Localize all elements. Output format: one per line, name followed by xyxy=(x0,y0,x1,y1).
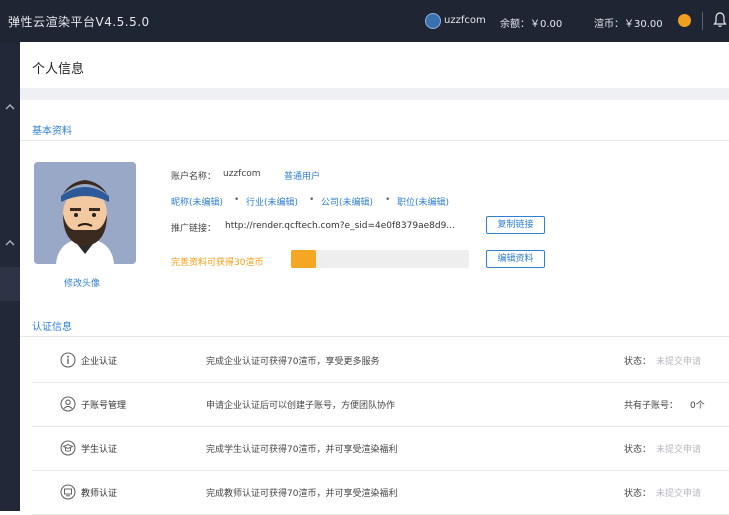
cert-name: 学生认证 xyxy=(81,445,118,455)
user-avatar-icon[interactable] xyxy=(425,13,441,29)
cert-status-label: 共有子账号： xyxy=(624,401,679,411)
cert-row-teacher: 教师认证 完成教师认证可获得70渲币，并可享受渲染福利 状态： 未提交申请 xyxy=(32,472,729,515)
account-label: 账户名称： xyxy=(171,172,217,182)
chevron-up-icon[interactable] xyxy=(3,236,17,250)
cert-status-label: 状态： xyxy=(624,445,652,455)
info-icon xyxy=(60,352,76,368)
promo-label: 推广链接： xyxy=(171,224,217,234)
top-bar: 弹性云渲染平台V4.5.5.0 uzzfcom 余额：￥0.00 渲币：￥30.… xyxy=(0,0,729,42)
cert-row-subaccount: 子账号管理 申请企业认证后可以创建子账号，方便团队协作 共有子账号： 0个 xyxy=(32,384,729,427)
left-nav xyxy=(0,42,20,511)
section-title-cert: 认证信息 xyxy=(32,322,72,333)
divider xyxy=(702,12,703,30)
teacher-icon xyxy=(60,484,76,500)
section-title-basic: 基本资料 xyxy=(32,126,72,137)
separator-dot: • xyxy=(309,195,315,205)
cert-status-label: 状态： xyxy=(624,489,652,499)
main-content: 个人信息 基本资料 修改头像 账户名称： uzzfcom 普通用户 昵称(未编辑… xyxy=(20,42,729,515)
cert-name: 子账号管理 xyxy=(81,401,127,411)
nav-active-item[interactable] xyxy=(0,267,20,301)
separator-dot: • xyxy=(385,195,391,205)
promo-url: http://render.qcftech.com?e_sid=4e0f8379… xyxy=(225,221,455,231)
copy-link-button[interactable]: 复制链接 xyxy=(486,216,545,234)
cert-desc: 完成教师认证可获得70渲币，并可享受渲染福利 xyxy=(206,489,398,499)
cert-desc: 申请企业认证后可以创建子账号，方便团队协作 xyxy=(206,401,396,411)
divider xyxy=(20,88,729,100)
cert-status-link[interactable]: 未提交申请 xyxy=(656,442,701,455)
bell-icon[interactable] xyxy=(713,12,727,28)
cert-status-link[interactable]: 未提交申请 xyxy=(656,354,701,367)
complete-profile-hint: 完善资料可获得30渲币 xyxy=(171,258,264,268)
cert-name: 企业认证 xyxy=(81,357,118,367)
student-icon xyxy=(60,440,76,456)
page-title: 个人信息 xyxy=(32,62,85,77)
cert-name: 教师认证 xyxy=(81,489,118,499)
position-field[interactable]: 职位(未编辑) xyxy=(397,195,449,208)
app-title: 弹性云渲染平台V4.5.5.0 xyxy=(8,15,150,29)
profile-progress-fill xyxy=(291,250,316,268)
cert-desc: 完成企业认证可获得70渲币，享受更多服务 xyxy=(206,357,380,367)
separator-dot: • xyxy=(234,195,240,205)
company-field[interactable]: 公司(未编辑) xyxy=(321,195,373,208)
cert-status-link[interactable]: 未提交申请 xyxy=(656,486,701,499)
profile-progress-bar xyxy=(291,250,469,268)
cert-row-enterprise: 企业认证 完成企业认证可获得70渲币，享受更多服务 状态： 未提交申请 xyxy=(32,340,729,383)
user-icon xyxy=(60,396,76,412)
cert-row-student: 学生认证 完成学生认证可获得70渲币，并可享受渲染福利 状态： 未提交申请 xyxy=(32,428,729,471)
balance-display: 余额：￥0.00 xyxy=(500,19,563,30)
avatar[interactable] xyxy=(34,162,136,264)
coin-icon[interactable] xyxy=(678,14,691,27)
edit-profile-button[interactable]: 编辑资料 xyxy=(486,250,545,268)
account-value: uzzfcom xyxy=(223,169,261,179)
cert-desc: 完成学生认证可获得70渲币，并可享受渲染福利 xyxy=(206,445,398,455)
divider xyxy=(20,140,729,141)
nickname-field[interactable]: 昵称(未编辑) xyxy=(171,195,223,208)
avatar-image xyxy=(34,162,136,264)
industry-field[interactable]: 行业(未编辑) xyxy=(246,195,298,208)
user-name[interactable]: uzzfcom xyxy=(444,15,486,26)
account-type: 普通用户 xyxy=(284,172,321,182)
chevron-up-icon[interactable] xyxy=(3,100,17,114)
change-avatar-link[interactable]: 修改头像 xyxy=(64,276,100,289)
coins-display: 渲币：￥30.00 xyxy=(594,19,663,30)
subaccount-count: 0个 xyxy=(690,401,705,411)
divider xyxy=(20,336,729,337)
cert-status-label: 状态： xyxy=(624,357,652,367)
